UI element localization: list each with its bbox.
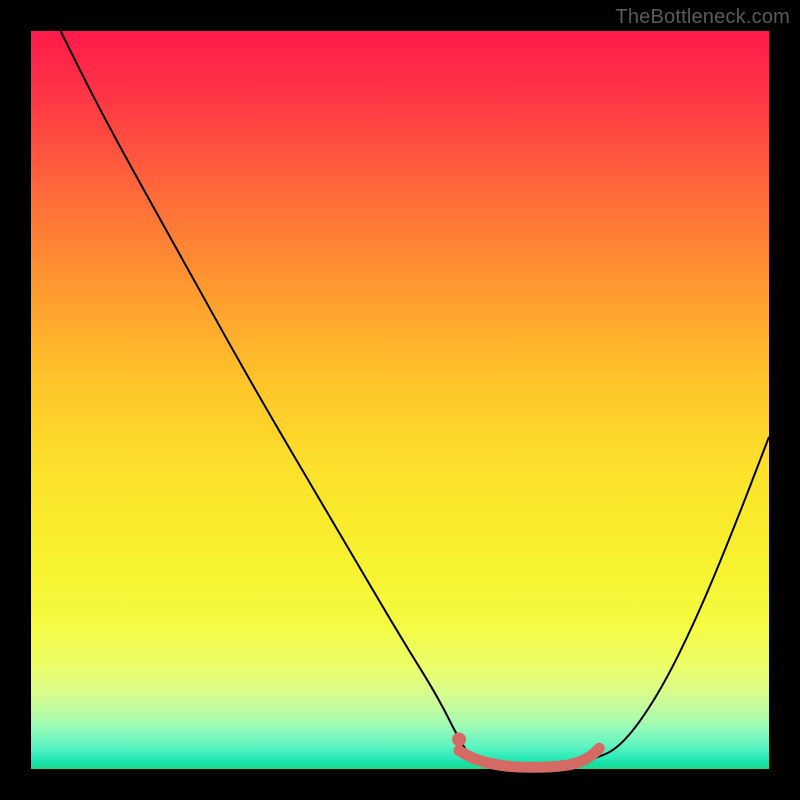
plot-area [31, 31, 769, 769]
curve-path [61, 31, 769, 765]
watermark-label: TheBottleneck.com [615, 6, 790, 29]
curve-marker [452, 732, 466, 746]
curve-highlight [459, 748, 599, 767]
chart-frame: TheBottleneck.com [0, 0, 800, 800]
bottleneck-curve [31, 31, 769, 769]
